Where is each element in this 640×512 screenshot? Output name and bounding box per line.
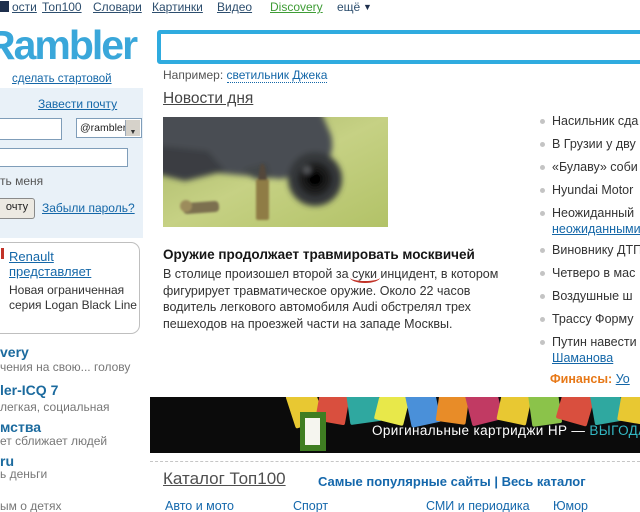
promo-badge-icon (1, 248, 4, 259)
promo-link-presents[interactable]: представляет (9, 264, 91, 279)
catalog-category-humor[interactable]: Юмор (553, 499, 588, 512)
news-list-item-link[interactable]: Шаманова (552, 351, 637, 365)
sidebar-item-deti-desc: ым о детях (0, 499, 62, 512)
news-section-title[interactable]: Новости дня (163, 90, 253, 108)
news-list-item[interactable]: Неожиданный неожиданными (552, 206, 640, 236)
nav-item-more[interactable]: ещё (337, 0, 360, 14)
typo-word-red-underline: суки (352, 267, 377, 281)
catalog-category-sport[interactable]: Спорт (293, 499, 328, 512)
mail-password-input[interactable] (0, 148, 128, 167)
sidebar-item-znakomstva-desc: ет сближает людей (0, 434, 107, 448)
catalog-all-link[interactable]: Весь каталог (502, 474, 586, 489)
finance-link[interactable]: Уо (616, 372, 630, 386)
catalog-separator: | (494, 474, 501, 489)
favicon-icon (0, 1, 9, 12)
news-body-line3: водитель легкового автомобиля Audi обстр… (163, 299, 498, 316)
catalog-links: Самые популярные сайты | Весь каталог (318, 474, 586, 489)
sidebar-item-discovery[interactable]: very (0, 344, 29, 360)
news-list-item[interactable]: Насильник сда (552, 114, 638, 128)
promo-link-renault[interactable]: Renault (9, 249, 54, 264)
news-photo-pistol[interactable] (163, 117, 388, 227)
sidebar-item-discovery-desc: чения на свою... голову (0, 360, 130, 374)
finance-label: Финансы: (550, 372, 612, 386)
catalog-category-smi[interactable]: СМИ и периодика (426, 499, 530, 512)
nav-item-video[interactable]: Видео (217, 0, 252, 14)
mail-signup-link[interactable]: Завести почту (38, 97, 117, 111)
news-list-item[interactable]: Путин навести Шаманова (552, 335, 637, 365)
nav-item-novosti[interactable]: ости (12, 0, 37, 14)
mail-login-button[interactable]: очту (0, 198, 35, 219)
rambler-logo[interactable]: Rambler (0, 22, 136, 69)
news-list-item[interactable]: Четверо в мас (552, 266, 635, 280)
sidebar-item-znakomstva[interactable]: мства (0, 419, 41, 435)
chevron-down-icon[interactable]: ▼ (363, 2, 372, 12)
hp-banner-ad[interactable]: Оригинальные картриджи HP — ВЫГОДА (150, 397, 640, 453)
nav-item-kartinki[interactable]: Картинки (152, 0, 203, 14)
news-list-item[interactable]: Трассу Форму (552, 312, 633, 326)
mail-domain-select[interactable]: @rambler.ru ▼ (76, 118, 142, 138)
banner-highlight: ВЫГОДА (589, 423, 640, 438)
set-homepage-link[interactable]: сделать стартовой (12, 73, 112, 85)
forgot-password-link[interactable]: Забыли пароль? (42, 201, 135, 215)
nav-item-discovery[interactable]: Discovery (270, 0, 323, 14)
news-list-item[interactable]: Hyundai Motor (552, 183, 633, 197)
news-list-item-link[interactable]: неожиданными (552, 222, 640, 236)
hp-cartridge-icon (300, 412, 326, 451)
news-body-line4: пешеходов на проезжей части на западе Мо… (163, 316, 498, 333)
news-list-item[interactable]: Виновнику ДТП (552, 243, 640, 257)
promo-desc-line2: серия Logan Black Line (9, 298, 137, 312)
search-example-label: Например: (163, 68, 223, 82)
search-box (157, 30, 640, 64)
sidebar-item-icq-desc: легкая, социальная (0, 400, 110, 414)
search-input[interactable] (165, 36, 640, 58)
remember-me-label: ть меня (0, 174, 43, 188)
select-arrow-icon[interactable]: ▼ (125, 120, 140, 136)
search-example: Например: светильник Джека (163, 68, 327, 82)
rambler-portal-page: ости Топ100 Словари Картинки Видео Disco… (0, 0, 640, 512)
news-body-line2: фигурирует травматическое оружие. Около … (163, 283, 498, 300)
banner-card (617, 397, 640, 425)
news-body: В столице произошел второй за суки инцид… (163, 266, 498, 332)
nav-item-slovari[interactable]: Словари (93, 0, 142, 14)
banner-card (436, 397, 471, 425)
divider (150, 461, 640, 462)
renault-promo-box[interactable]: Renault представляет Новая ограниченная … (0, 242, 140, 334)
news-list-item[interactable]: В Грузии у дву (552, 137, 636, 151)
catalog-category-auto[interactable]: Авто и мото (165, 499, 234, 512)
banner-text: Оригинальные картриджи HP — ВЫГОДА (372, 423, 640, 438)
catalog-title-link[interactable]: Каталог Топ100 (163, 469, 286, 489)
news-list-item[interactable]: «Булаву» соби (552, 160, 638, 174)
sidebar-item-icq[interactable]: ler-ICQ 7 (0, 382, 58, 398)
nav-item-top100[interactable]: Топ100 (42, 0, 82, 14)
sidebar-item-ru-desc: ь деньги (0, 467, 47, 481)
news-headline[interactable]: Оружие продолжает травмировать москвичей (163, 247, 475, 262)
search-example-link[interactable]: светильник Джека (227, 68, 328, 83)
finance-line: Финансы: Уо (550, 372, 630, 386)
news-list-item[interactable]: Воздушные ш (552, 289, 633, 303)
catalog-popular-link[interactable]: Самые популярные сайты (318, 474, 491, 489)
news-body-line1: В столице произошел второй за суки инцид… (163, 266, 498, 283)
mail-login-input[interactable] (0, 118, 62, 140)
promo-desc-line1: Новая ограниченная (9, 283, 124, 297)
